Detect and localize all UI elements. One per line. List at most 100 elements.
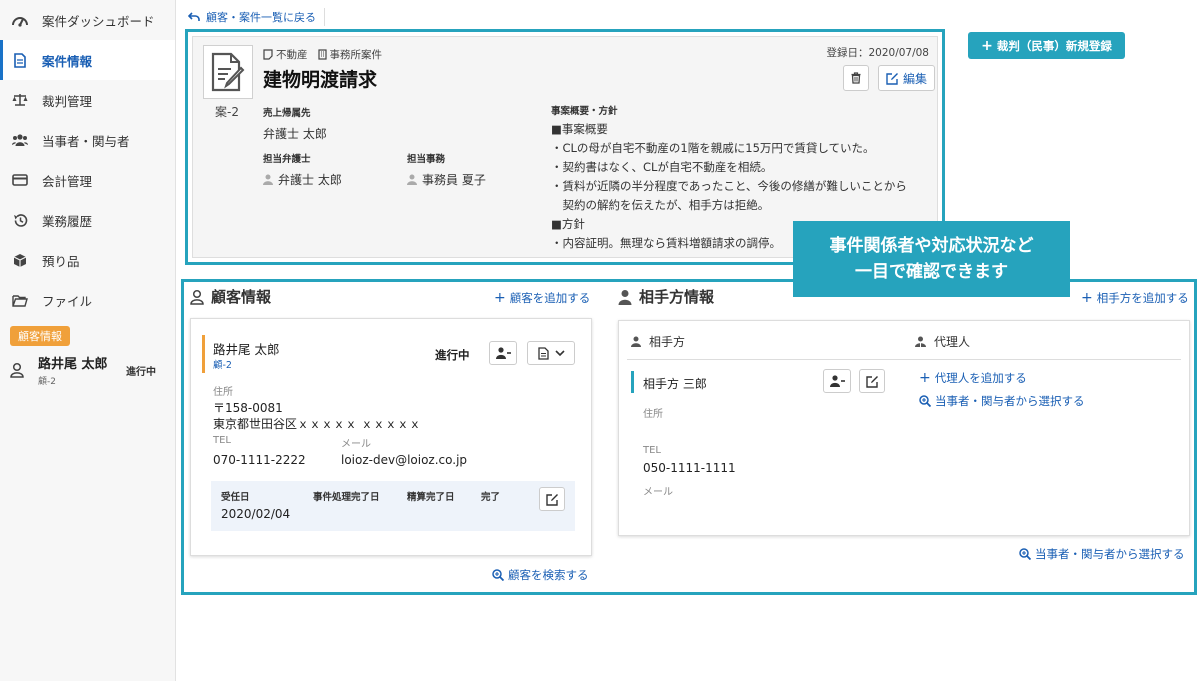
sidebar-item-label: 案件情報 [42,53,93,69]
edit-dates-button[interactable] [539,487,565,511]
sales-attribution-field: 売上帰属先 弁護士 太郎 [263,105,327,142]
sidebar-client-status: 進行中 [126,367,156,378]
document-icon [12,52,28,68]
edit-button-label: 編集 [902,71,927,86]
sidebar-item-files[interactable]: ファイル [0,280,175,320]
search-client-link[interactable]: 顧客を検索する [492,567,589,583]
overview-line: 契約の解約を伝えたが、相手方は拒絶。 [551,198,770,212]
opponent-section-title-label: 相手方情報 [639,288,715,306]
overview-line: ・賃料が近隣の半分程度であったこと、今後の修繕が難しいことから [551,179,907,193]
remove-client-button[interactable] [489,341,517,365]
search-plus-icon [1019,548,1031,560]
opponent-column-header: 相手方 [631,333,685,350]
plus-icon: + [1081,290,1093,306]
assigned-staff-value: 事務員 夏子 [422,173,486,187]
plus-icon: + [494,290,506,306]
chevron-down-icon [554,349,565,356]
opponent-address-label: 住所 [643,409,663,420]
overview-label: 事案概要・方針 [551,106,618,117]
received-date-label: 受任日 [221,492,250,503]
person-remove-icon [495,347,511,359]
add-agent-link[interactable]: + 代理人を追加する [919,370,1027,386]
sidebar-item-dashboard[interactable]: 案件ダッシュボード [0,0,175,40]
plus-icon: + [981,37,993,54]
assigned-lawyer-label: 担当弁護士 [263,154,311,165]
sidebar-item-parties[interactable]: 当事者・関与者 [0,120,175,160]
opponent-mail-label: メール [643,487,673,498]
client-mail-label: メール [341,439,371,450]
assigned-staff-label: 担当事務 [407,154,446,165]
agent-column-label: 代理人 [934,335,971,349]
case-tags: 不動産 事務所案件 [263,47,382,62]
add-agent-label: 代理人を追加する [934,371,1027,385]
opponent-accent-bar [631,371,634,393]
select-agent-link[interactable]: 当事者・関与者から選択する [919,393,1085,409]
client-dates-box: 受任日 事件処理完了日 精算完了日 完了 2020/02/04 [211,481,575,531]
edit-icon [886,72,898,85]
case-title: 建物明渡請求 [263,69,378,91]
back-arrow-icon [188,12,200,22]
sidebar-item-deposits[interactable]: 預り品 [0,240,175,280]
dashboard-icon [12,12,28,28]
received-date-value: 2020/02/04 [221,507,291,521]
select-party-label: 当事者・関与者から選択する [1035,547,1185,561]
client-info-badge: 顧客情報 [10,326,70,346]
callout-line-2: 一目で確認できます [855,262,1008,282]
add-client-link[interactable]: + 顧客を追加する [494,290,590,306]
assigned-lawyer-value: 弁護士 太郎 [278,173,342,187]
edit-icon [545,493,558,506]
opponent-section-title: 相手方情報 [618,286,714,307]
back-to-list-link[interactable]: 顧客・案件一覧に戻る [188,8,325,26]
sidebar-client-entry[interactable]: 路井尾 太郎 顧-2 進行中 [0,348,176,392]
sidebar-item-label: ファイル [42,293,93,309]
client-name: 路井尾 太郎 [213,342,280,357]
case-number: 案-2 [215,105,239,119]
card-icon [12,172,28,188]
scales-icon [12,92,28,108]
edit-case-button[interactable]: 編集 [878,65,935,91]
client-section-title-label: 顧客情報 [211,288,272,306]
sales-attribution-label: 売上帰属先 [263,108,311,119]
sidebar-item-accounting[interactable]: 会計管理 [0,160,175,200]
add-opponent-link[interactable]: + 相手方を追加する [1081,290,1189,306]
document-icon [537,346,549,360]
plus-icon: + [919,370,931,386]
back-link-label: 顧客・案件一覧に戻る [206,11,316,24]
opponent-tel: 050-1111-1111 [643,461,736,475]
opponent-header-divider [627,359,1181,360]
sidebar-item-trial[interactable]: 裁判管理 [0,80,175,120]
sidebar-item-history[interactable]: 業務履歴 [0,200,175,240]
sidebar-item-label: 当事者・関与者 [42,133,130,149]
box-icon [12,252,28,268]
agent-column-header: 代理人 [915,333,970,350]
sidebar-item-label: 業務履歴 [42,213,93,229]
history-icon [12,212,28,228]
register-civil-trial-button[interactable]: + 裁判（民事）新規登録 [968,32,1125,59]
overview-line: ・CLの母が自宅不動産の1階を親戚に15万円で賃貸していた。 [551,141,875,155]
client-address: 東京都世田谷区ｘｘｘｘｘ ｘｘｘｘｘ [213,417,421,431]
client-mail: loioz-dev@loioz.co.jp [341,453,468,467]
opponent-card: 相手方 代理人 相手方 三郎 住所 TEL 050-1111-1111 メール … [618,320,1190,536]
complete-label: 完了 [481,492,501,503]
sidebar-client-id: 顧-2 [38,377,56,387]
select-party-link[interactable]: 当事者・関与者から選択する [1019,546,1185,562]
client-accent-bar [202,335,205,373]
edit-opponent-button[interactable] [859,369,885,393]
document-dropdown-button[interactable] [527,341,575,365]
tag-office-case-label: 事務所案件 [329,49,383,61]
opponent-name: 相手方 三郎 [643,377,707,391]
opponent-column-label: 相手方 [649,335,686,349]
building-icon [317,49,327,60]
client-address-label: 住所 [213,387,233,398]
client-tel-label: TEL [213,435,231,446]
registered-date: 登録日：2020/07/08 [826,47,929,59]
delete-case-button[interactable] [843,65,869,91]
sidebar-item-label: 会計管理 [42,173,93,189]
remove-opponent-button[interactable] [823,369,851,393]
search-plus-icon [919,395,931,407]
sidebar-item-label: 案件ダッシュボード [42,13,155,29]
feature-callout: 事件関係者や対応状況など 一目で確認できます [793,221,1070,297]
tag-real-estate-label: 不動産 [276,49,308,61]
sidebar-item-case-info[interactable]: 案件情報 [0,40,175,80]
folder-icon [12,292,28,308]
